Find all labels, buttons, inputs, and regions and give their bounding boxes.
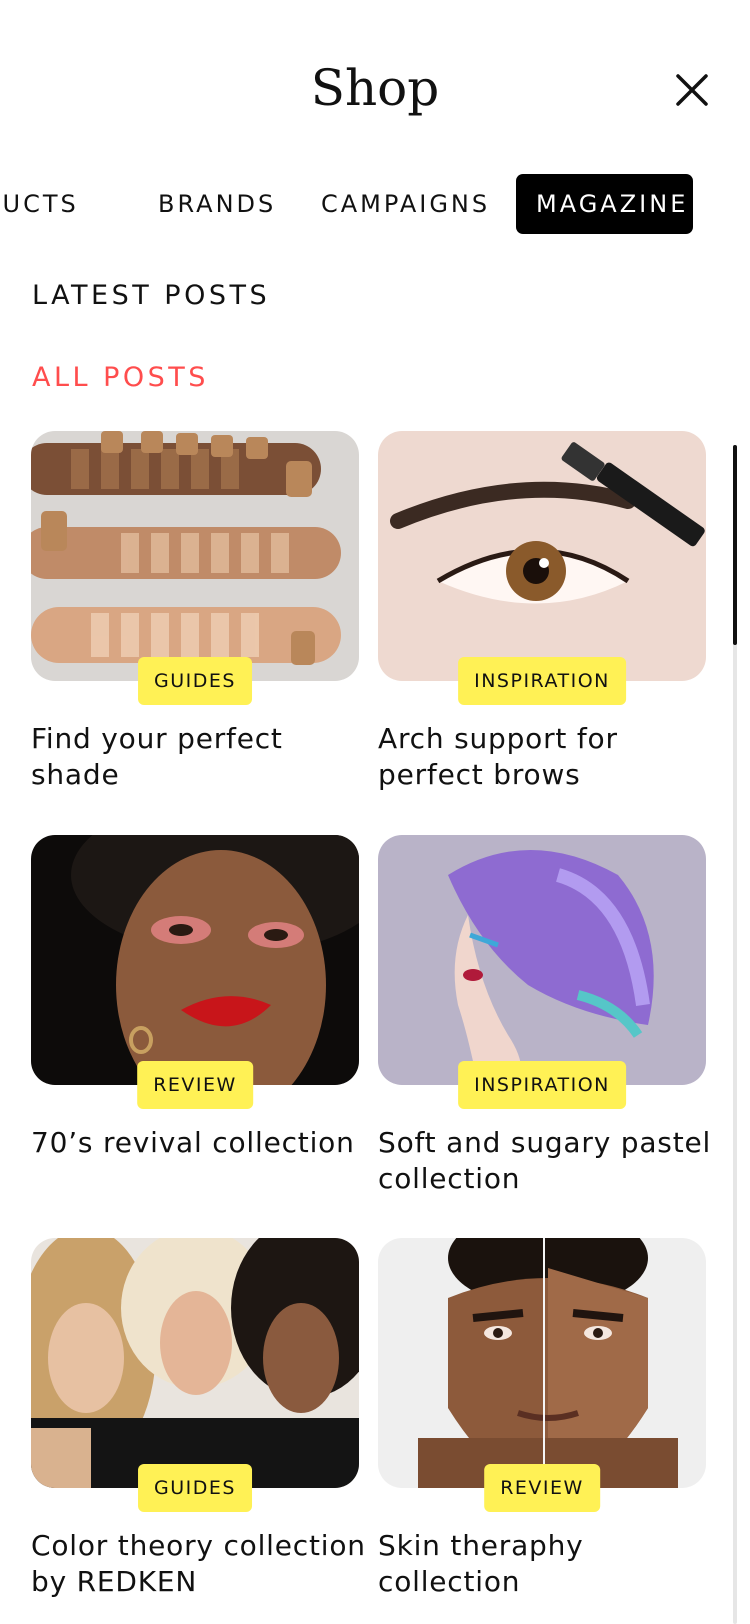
post-tag-badge: GUIDES (138, 1464, 252, 1512)
page-title: Shop (310, 59, 440, 117)
post-image (31, 431, 359, 681)
tab-magazine[interactable]: MAGAZINE (516, 174, 693, 234)
post-image (378, 835, 706, 1085)
post-image (31, 1238, 359, 1488)
header: Shop (0, 0, 750, 170)
post-title: Color theory collection by REDKEN (31, 1529, 366, 1598)
scrollbar-thumb[interactable] (733, 445, 737, 645)
post-tag-badge: GUIDES (138, 657, 252, 705)
all-posts-filter[interactable]: ALL POSTS (32, 362, 209, 393)
tab-campaigns[interactable]: CAMPAIGNS (321, 174, 490, 234)
post-tag-badge: REVIEW (484, 1464, 600, 1512)
post-title: Arch support for perfect brows (378, 722, 618, 791)
post-tag-badge: REVIEW (137, 1061, 253, 1109)
section-title: LATEST POSTS (32, 280, 271, 311)
post-tag-badge: INSPIRATION (458, 1061, 626, 1109)
post-tag-badge: INSPIRATION (458, 657, 626, 705)
category-tabs: PRODUCTS BRANDS CAMPAIGNS MAGAZINE (0, 174, 750, 234)
post-image (31, 835, 359, 1085)
close-icon (676, 74, 708, 106)
post-title: Soft and sugary pastel collection (378, 1126, 712, 1195)
post-title: 70’s revival collection (31, 1126, 355, 1159)
post-title: Skin theraphy collection (378, 1529, 584, 1598)
post-title: Find your perfect shade (31, 722, 283, 791)
tab-products[interactable]: PRODUCTS (0, 174, 79, 234)
post-image (378, 1238, 706, 1488)
tab-brands[interactable]: BRANDS (158, 174, 276, 234)
scrollbar[interactable] (733, 445, 737, 1624)
close-button[interactable] (672, 70, 712, 110)
post-image (378, 431, 706, 681)
